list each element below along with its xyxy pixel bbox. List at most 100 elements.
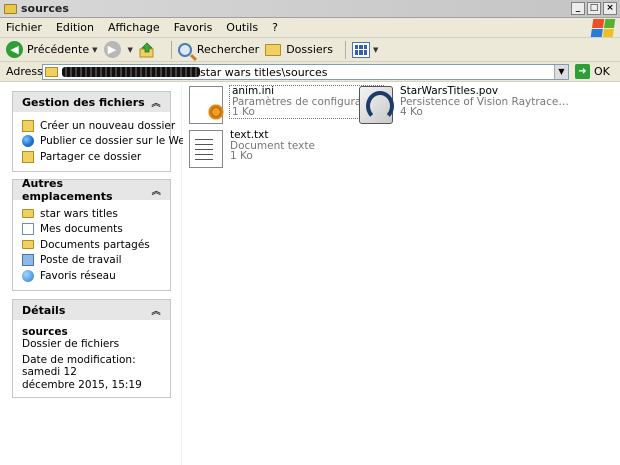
details-name: sources [22,326,68,338]
search-label: Rechercher [196,43,260,56]
back-button[interactable]: ◀ Précédente ▼ [6,41,98,58]
place-label: Poste de travail [40,254,122,267]
menu-outils[interactable]: Outils [226,21,258,34]
forward-arrow-icon: ▶ [103,41,121,58]
menu-favoris[interactable]: Favoris [174,21,213,34]
folder-icon [22,240,34,250]
title-bar: sources _ □ × [0,0,620,18]
details-header[interactable]: Détails ︽ [13,300,170,320]
task-label: Créer un nouveau dossier [40,119,176,132]
file-type: Persistence of Vision Raytrace… [400,95,569,108]
file-name: StarWarsTitles.pov [400,85,499,97]
file-size: 1 Ko [230,150,253,162]
address-input[interactable]: star wars titles\sources ▼ [42,64,569,80]
address-bar: Adresse star wars titles\sources ▼ ➜ OK [0,62,620,82]
windows-logo-icon [590,19,616,37]
folder-up-icon [139,42,154,57]
folders-label: Dossiers [286,43,333,56]
search-button[interactable]: Rechercher [177,42,260,57]
menu-fichier[interactable]: Fichier [6,21,42,34]
file-tasks-header[interactable]: Gestion des fichiers ︽ [13,92,170,112]
menu-bar: Fichier Edition Affichage Favoris Outils… [0,18,620,38]
globe-icon [22,135,34,148]
task-publish-web[interactable]: Publier ce dossier sur le Web [22,134,191,150]
menu-help[interactable]: ? [272,21,278,34]
new-folder-icon [22,119,34,132]
forward-button[interactable]: ▶ ▼ [103,41,133,58]
ini-file-icon [189,86,225,124]
task-label: Publier ce dossier sur le Web [40,135,192,148]
place-label: Mes documents [40,223,123,236]
views-icon [351,41,370,58]
collapse-chevron-icon[interactable]: ︽ [150,304,162,317]
minimize-button[interactable]: _ [571,2,585,15]
toolbar-separator [344,40,346,59]
place-my-documents[interactable]: Mes documents [22,222,161,238]
file-text: StarWarsTitles.pov Persistence of Vision… [400,86,569,118]
place-label: Favoris réseau [40,269,116,282]
details-modified-cont: décembre 2015, 15:19 [22,378,142,391]
toolbar: ◀ Précédente ▼ ▶ ▼ Rechercher Dossiers ▼ [0,38,620,62]
folder-icon [4,3,17,14]
task-pane: Gestion des fichiers ︽ Créer un nouveau … [0,83,191,465]
file-text: text.txt Document texte 1 Ko [230,130,315,162]
window-title: sources [21,2,69,15]
computer-icon [22,254,34,267]
back-arrow-icon: ◀ [6,41,23,58]
address-label: Adresse [6,65,50,78]
go-button[interactable]: ➜ OK [575,64,610,79]
place-network[interactable]: Favoris réseau [22,268,161,284]
forward-dropdown-icon[interactable]: ▼ [128,46,133,54]
file-name: text.txt [230,129,269,141]
details-panel: Détails ︽ sources Dossier de fichiers Da… [12,299,171,398]
other-places-header[interactable]: Autres emplacements ︽ [13,177,170,203]
collapse-chevron-icon[interactable]: ︽ [151,184,162,197]
place-label: Documents partagés [40,238,150,251]
folder-icon [22,209,34,219]
collapse-chevron-icon[interactable]: ︽ [150,96,162,109]
other-places-title: Autres emplacements [22,177,113,203]
folders-button[interactable]: Dossiers [265,43,333,56]
task-new-folder[interactable]: Créer un nouveau dossier [22,118,175,134]
other-places-panel: Autres emplacements ︽ star wars titles M… [12,177,171,291]
file-item-text-txt[interactable]: text.txt Document texte 1 Ko [189,130,315,168]
back-label: Précédente [27,43,90,56]
redacted-path [62,67,200,77]
address-dropdown-icon[interactable]: ▼ [554,65,568,79]
place-shared-documents[interactable]: Documents partagés [22,237,161,253]
file-tasks-panel: Gestion des fichiers ︽ Créer un nouveau … [12,91,191,172]
file-tasks-title: Gestion des fichiers [22,95,145,109]
file-item-starwarstitles-pov[interactable]: StarWarsTitles.pov Persistence of Vision… [359,86,569,124]
place-my-computer[interactable]: Poste de travail [22,253,161,269]
documents-icon [22,223,34,236]
task-label: Partager ce dossier [40,150,142,163]
file-item-anim-ini[interactable]: anim.ini Paramètres de configuration 1 K… [189,85,385,124]
details-type: Dossier de fichiers [22,338,120,350]
close-button[interactable]: × [603,2,617,15]
place-star-wars-titles[interactable]: star wars titles [22,206,161,222]
go-arrow-icon: ➜ [575,64,590,79]
menu-edition[interactable]: Edition [56,21,94,34]
views-button[interactable]: ▼ [351,41,378,58]
details-title: Détails [22,303,66,317]
menu-affichage[interactable]: Affichage [108,21,160,34]
network-icon [22,269,34,282]
window-controls: _ □ × [571,2,617,15]
up-button[interactable] [139,42,159,58]
file-size: 4 Ko [400,106,423,118]
go-label: OK [594,65,610,78]
text-file-icon [189,130,223,168]
pov-file-icon [359,86,394,124]
place-label: star wars titles [40,207,118,220]
task-share-folder[interactable]: Partager ce dossier [22,149,161,165]
details-modified: Date de modification: samedi 12 [22,353,136,379]
file-list: anim.ini Paramètres de configuration 1 K… [183,83,620,465]
toolbar-separator [170,40,172,59]
folder-icon [45,67,58,77]
maximize-button[interactable]: □ [587,2,601,15]
back-dropdown-icon[interactable]: ▼ [92,46,97,54]
folders-icon [265,43,282,56]
search-icon [177,42,192,57]
address-path: star wars titles\sources [200,65,328,79]
views-dropdown-icon[interactable]: ▼ [373,46,378,54]
